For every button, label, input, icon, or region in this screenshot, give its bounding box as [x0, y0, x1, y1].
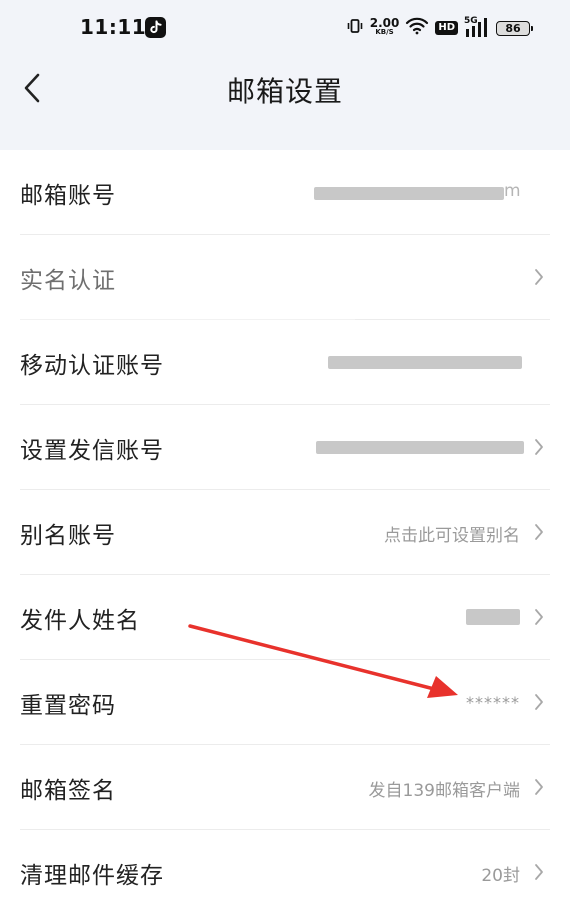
setting-value: 20封: [481, 866, 520, 886]
cellular-signal-icon: 5G: [464, 16, 490, 39]
network-speed-value: 2.00: [369, 16, 400, 30]
network-speed-unit: KB/S: [375, 28, 394, 36]
setting-label: 邮箱账号: [20, 183, 116, 209]
setting-label: 邮箱签名: [20, 778, 116, 804]
setting-row-clear-cache[interactable]: 清理邮件缓存 20封: [20, 830, 550, 909]
setting-label: 移动认证账号: [20, 353, 164, 379]
setting-value: 点击此可设置别名: [384, 526, 520, 546]
chevron-right-icon: [535, 779, 543, 795]
setting-label: 重置密码: [20, 693, 116, 719]
network-speed: 2.00 KB/S: [369, 16, 400, 37]
setting-label: 实名认证: [20, 268, 116, 294]
battery-icon: 86: [496, 20, 533, 36]
status-time: 11:11: [80, 15, 147, 39]
chevron-right-icon: [535, 609, 543, 625]
redacted-value: [328, 356, 522, 369]
status-bar: 11:11 2.00 KB/S HD 5G 86: [0, 0, 570, 58]
settings-list: 邮箱账号 m 实名认证 移动认证账号 设置发信账号 别名账号 点击此可设置别名: [0, 150, 570, 909]
mail-settings-screen: 11:11 2.00 KB/S HD 5G 86 邮箱设置 邮箱账号 m 实名认…: [0, 0, 570, 909]
redacted-value: [314, 187, 504, 200]
setting-row-reset-password[interactable]: 重置密码 ******: [20, 660, 550, 745]
chevron-right-icon: [535, 864, 543, 880]
navigation-bar: 邮箱设置: [0, 58, 570, 122]
setting-row-mail-signature[interactable]: 邮箱签名 发自139邮箱客户端: [20, 745, 550, 830]
page-title: 邮箱设置: [226, 75, 343, 108]
battery-level: 86: [505, 21, 521, 35]
setting-row-sender-account[interactable]: 设置发信账号: [20, 405, 550, 490]
redacted-value: [316, 441, 524, 454]
vibrate-icon: [346, 17, 364, 39]
setting-value: m: [504, 181, 521, 201]
hd-badge: HD: [435, 21, 458, 35]
setting-value: 发自139邮箱客户端: [368, 781, 520, 801]
setting-label: 设置发信账号: [20, 438, 164, 464]
password-mask: ******: [466, 693, 520, 712]
redacted-value: [466, 609, 520, 625]
tiktok-notification-icon: [145, 17, 166, 38]
setting-row-real-name-auth[interactable]: 实名认证: [20, 235, 550, 320]
status-icons: 2.00 KB/S HD 5G 86: [346, 14, 533, 42]
chevron-right-icon: [535, 694, 543, 710]
setting-row-mail-account[interactable]: 邮箱账号 m: [20, 150, 550, 235]
chevron-right-icon: [535, 269, 543, 285]
wifi-icon: [405, 17, 429, 39]
setting-label: 发件人姓名: [20, 608, 140, 634]
setting-label: 清理邮件缓存: [20, 863, 164, 889]
setting-row-mobile-auth-account[interactable]: 移动认证账号: [20, 320, 550, 405]
chevron-right-icon: [535, 524, 543, 540]
setting-row-sender-name[interactable]: 发件人姓名: [20, 575, 550, 660]
setting-label: 别名账号: [20, 523, 116, 549]
setting-row-alias-account[interactable]: 别名账号 点击此可设置别名: [20, 490, 550, 575]
chevron-right-icon: [535, 439, 543, 455]
